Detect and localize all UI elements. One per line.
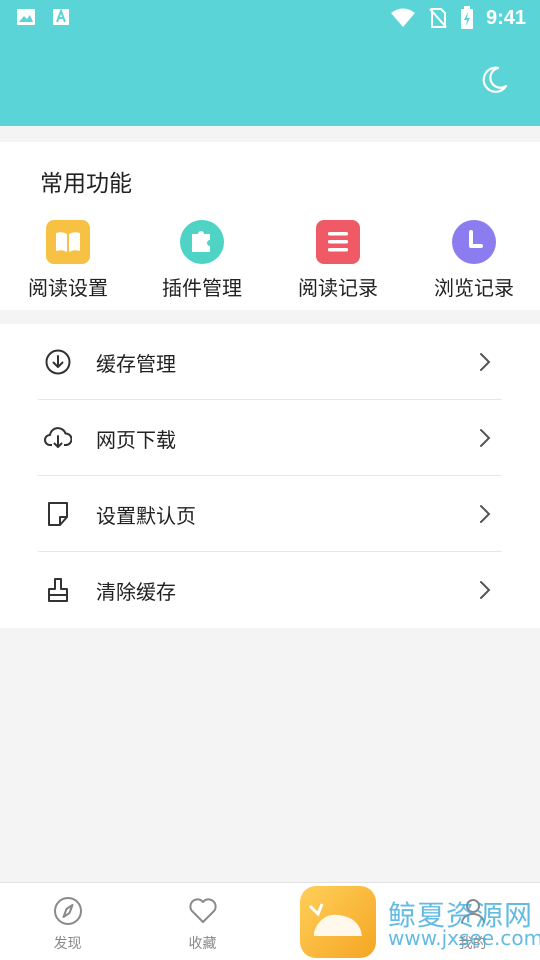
chevron-right-icon <box>480 353 491 371</box>
list-item-label: 网页下载 <box>96 428 176 452</box>
tab-favorites[interactable]: 收藏 <box>135 883 270 960</box>
func-browse-history[interactable]: 浏览记录 <box>406 220 540 304</box>
chevron-right-icon <box>480 505 491 523</box>
list-item-cache-management[interactable]: 缓存管理 <box>0 324 540 400</box>
func-label: 浏览记录 <box>434 276 514 300</box>
list-item-label: 设置默认页 <box>96 504 196 528</box>
status-bar: 9:41 <box>0 0 540 36</box>
compass-icon <box>54 897 82 925</box>
func-reading-history[interactable]: 阅读记录 <box>270 220 406 304</box>
watermark-url: www.jxsee.com <box>388 926 540 950</box>
func-plugin-management[interactable]: 插件管理 <box>134 220 270 304</box>
list-item-web-download[interactable]: 网页下载 <box>0 400 540 476</box>
tab-discover[interactable]: 发现 <box>0 883 135 960</box>
whale-icon <box>308 903 362 936</box>
watermark-logo <box>300 886 376 958</box>
status-time: 9:41 <box>485 6 526 29</box>
list-item-default-page[interactable]: 设置默认页 <box>0 476 540 552</box>
func-label: 阅读记录 <box>298 276 378 300</box>
app-header: 9:41 <box>0 0 540 126</box>
section-title: 常用功能 <box>40 171 132 197</box>
book-icon <box>46 220 90 264</box>
list-item-label: 缓存管理 <box>96 352 176 376</box>
no-sim-icon <box>429 8 447 28</box>
heart-icon <box>189 898 217 923</box>
download-circle-icon <box>45 349 71 375</box>
list-icon <box>316 220 360 264</box>
list-item-clear-cache[interactable]: 清除缓存 <box>0 552 540 628</box>
eraser-icon <box>48 578 68 602</box>
clock-icon <box>452 220 496 264</box>
function-grid: 阅读设置 插件管理 阅读记录 浏览记录 <box>0 220 540 304</box>
note-icon <box>48 502 68 526</box>
moon-icon[interactable] <box>478 64 510 96</box>
tab-label: 发现 <box>53 936 82 952</box>
watermark: 鲸夏资源网 www.jxsee.com <box>300 886 540 958</box>
chevron-right-icon <box>480 429 491 447</box>
list-item-label: 清除缓存 <box>96 580 176 604</box>
puzzle-icon <box>180 220 224 264</box>
image-icon <box>17 9 35 25</box>
cloud-download-icon <box>44 427 72 448</box>
tab-label: 收藏 <box>188 936 217 952</box>
func-label: 阅读设置 <box>28 276 108 300</box>
battery-charging-icon <box>460 6 473 29</box>
font-a-icon <box>53 8 69 25</box>
func-label: 插件管理 <box>162 276 242 300</box>
chevron-right-icon <box>480 581 491 599</box>
settings-list: 缓存管理 网页下载 设置默认页 清除缓存 <box>0 324 540 628</box>
func-reading-settings[interactable]: 阅读设置 <box>0 220 136 304</box>
wifi-icon <box>390 8 415 27</box>
common-functions-card: 常用功能 阅读设置 插件管理 阅读记录 浏览记录 <box>0 142 540 310</box>
